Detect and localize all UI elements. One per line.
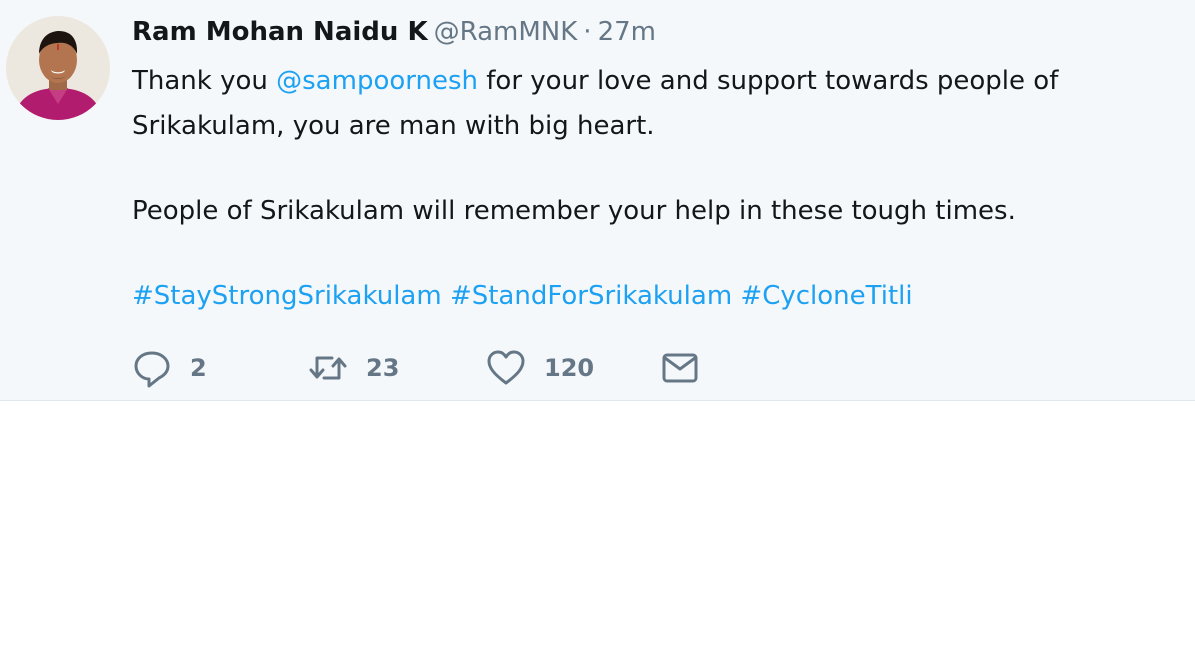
mention-link[interactable]: @sampoornesh xyxy=(276,66,478,96)
tweet-text: Thank you @sampoornesh for your love and… xyxy=(132,59,1182,319)
tweet-paragraph-2: People of Srikakulam will remember your … xyxy=(132,196,1016,226)
retweet-button[interactable]: 23 xyxy=(308,348,486,388)
reply-icon xyxy=(132,348,172,388)
hashtag-link[interactable]: #CycloneTitli xyxy=(740,281,912,311)
hashtag-link[interactable]: #StandForSrikakulam xyxy=(450,281,732,311)
tweet-paragraph-1: Thank you @sampoornesh for your love and… xyxy=(132,59,1182,149)
hashtag-link[interactable]: #StayStrongSrikakulam xyxy=(132,281,442,311)
reply-button[interactable]: 2 xyxy=(132,348,308,388)
like-count: 120 xyxy=(544,354,595,382)
tweet-actions: 2 23 120 xyxy=(132,346,700,390)
header-separator: · xyxy=(583,17,592,47)
tweet-text-prefix: Thank you xyxy=(132,66,277,96)
tweet-content: Ram Mohan Naidu K @RamMNK · 27m Thank you @… xyxy=(132,14,1182,319)
retweet-icon xyxy=(308,348,348,388)
envelope-icon xyxy=(660,348,700,388)
tweet-timestamp[interactable]: 27m xyxy=(598,17,656,47)
retweet-count: 23 xyxy=(366,354,400,382)
like-button[interactable]: 120 xyxy=(486,348,660,388)
author-handle[interactable]: @RamMNK xyxy=(434,17,578,47)
avatar[interactable] xyxy=(6,16,110,120)
heart-icon xyxy=(486,348,526,388)
hashtag-line: #StayStrongSrikakulam #StandForSrikakula… xyxy=(132,274,1182,319)
direct-message-button[interactable] xyxy=(660,348,700,388)
reply-count: 2 xyxy=(190,354,207,382)
tweet-card[interactable]: Ram Mohan Naidu K @RamMNK · 27m Thank you @… xyxy=(0,0,1195,401)
author-name[interactable]: Ram Mohan Naidu K xyxy=(132,17,428,47)
tweet-header: Ram Mohan Naidu K @RamMNK · 27m xyxy=(132,14,1182,50)
